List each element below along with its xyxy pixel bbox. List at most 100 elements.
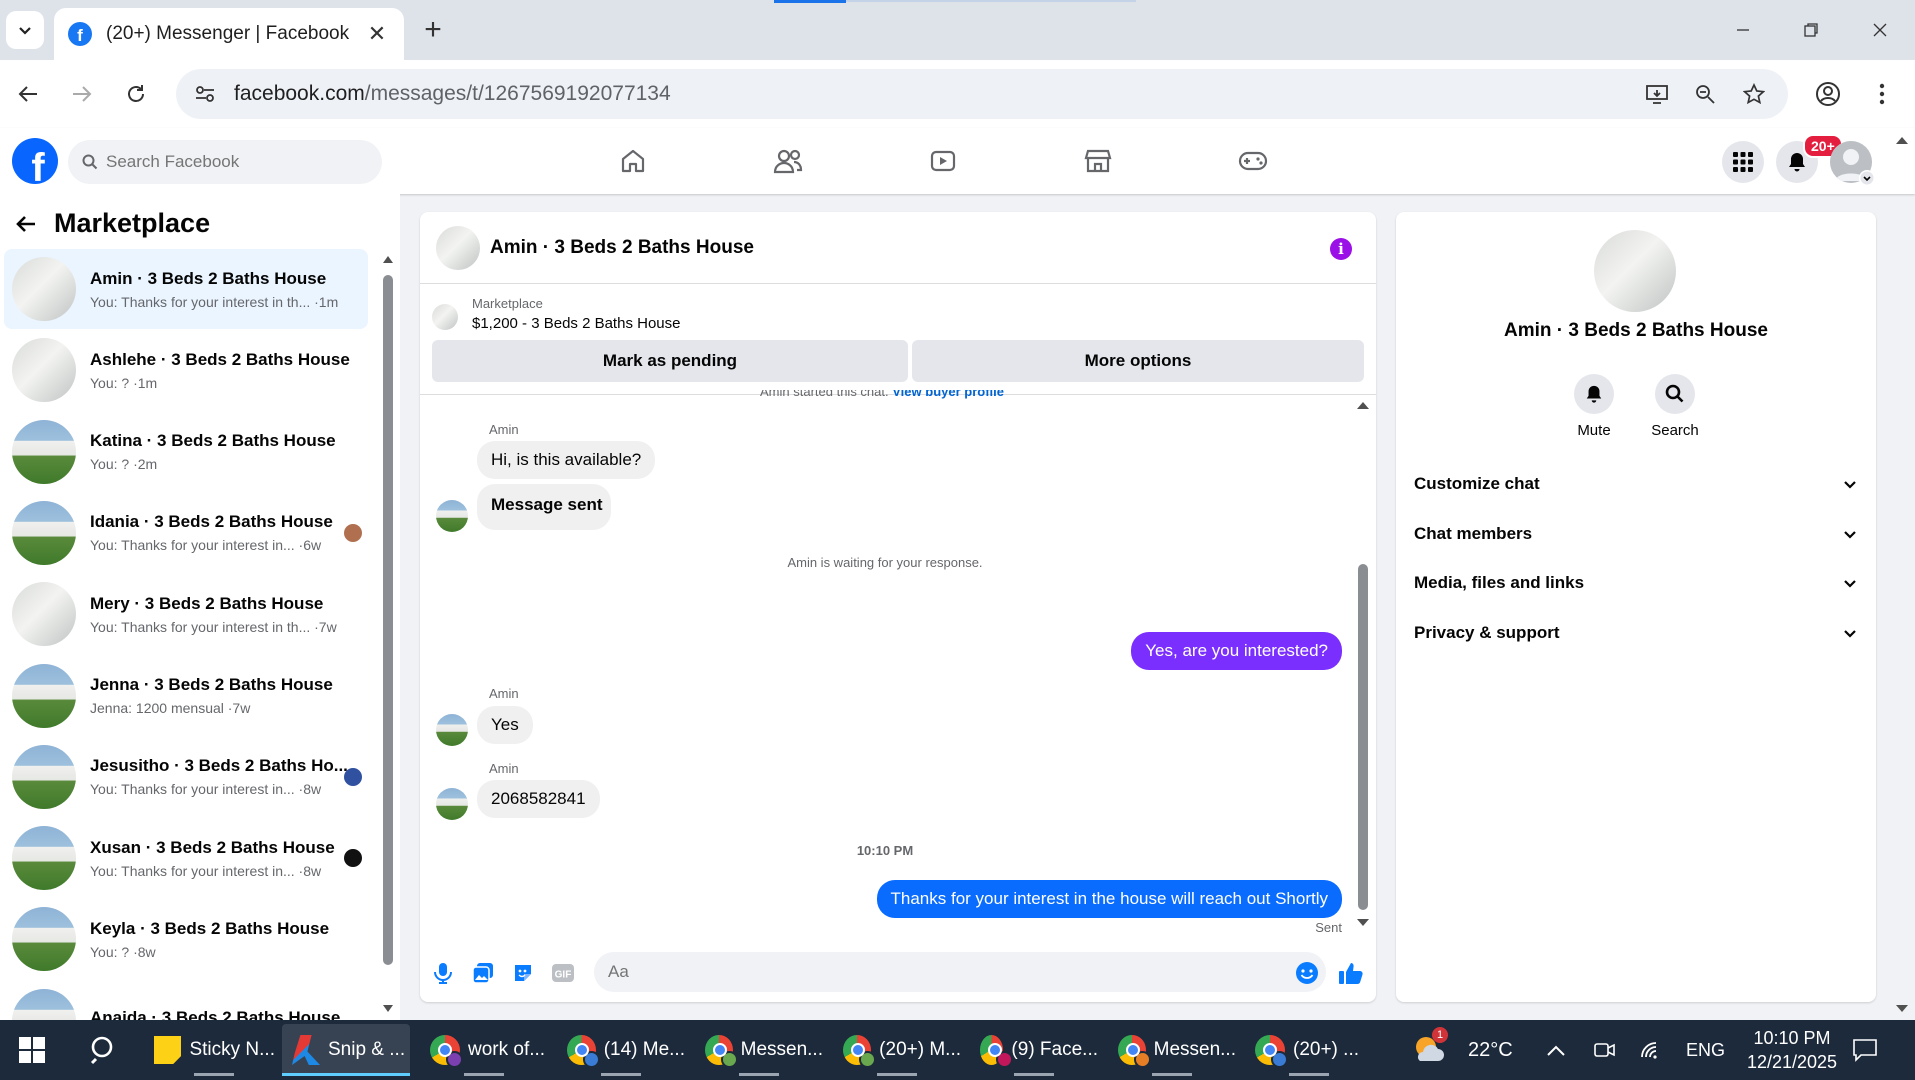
conversation-text: Katina · 3 Beds 2 Baths House You: ? ·2m	[90, 431, 350, 472]
back-arrow-icon[interactable]	[14, 212, 38, 236]
chat-scroll-down-icon[interactable]	[1356, 918, 1370, 928]
message-input[interactable]	[594, 952, 1326, 992]
nav-friends[interactable]	[733, 132, 843, 190]
contact-avatar[interactable]	[1594, 230, 1676, 312]
nav-video[interactable]	[888, 132, 998, 190]
info-section-row[interactable]: Chat members	[1414, 514, 1858, 554]
nav-marketplace[interactable]	[1043, 132, 1153, 190]
page-scroll-down-icon[interactable]	[1895, 1004, 1909, 1014]
facebook-logo-icon[interactable]: f	[12, 138, 58, 184]
chat-scroll-up-icon[interactable]	[1356, 400, 1370, 410]
menu-button[interactable]	[1722, 141, 1764, 183]
address-bar[interactable]: facebook.com/messages/t/1267569192077134	[176, 69, 1788, 119]
taskbar-app-label: Messen...	[1153, 1039, 1236, 1060]
info-section-row[interactable]: Media, files and links	[1414, 563, 1858, 603]
tab-search-button[interactable]	[6, 11, 44, 49]
search-in-chat-button[interactable]: Search	[1635, 374, 1715, 439]
gif-icon[interactable]: GIF	[550, 960, 576, 986]
listing-summary[interactable]: Marketplace $1,200 - 3 Beds 2 Baths Hous…	[432, 296, 680, 332]
chat-title[interactable]: Amin · 3 Beds 2 Baths House	[490, 237, 754, 259]
conversation-item[interactable]: Xusan · 3 Beds 2 Baths House You: Thanks …	[4, 818, 368, 898]
message-bubble-in[interactable]: Hi, is this available?	[477, 441, 656, 479]
reload-button[interactable]	[116, 74, 156, 114]
nav-gaming[interactable]	[1198, 132, 1308, 190]
conversation-item[interactable]: Ashlehe · 3 Beds 2 Baths House You: ? ·1m	[4, 330, 368, 410]
chrome-profile-badge	[1134, 1051, 1151, 1068]
contact-name[interactable]: Amin · 3 Beds 2 Baths House	[1396, 320, 1876, 342]
view-buyer-profile-link[interactable]: View buyer profile	[892, 390, 1004, 399]
taskbar-app[interactable]: (20+) M...	[833, 1024, 961, 1076]
chat-start-text: Amin started this chat.	[760, 384, 889, 399]
sender-avatar[interactable]	[436, 788, 468, 820]
taskbar-app-label: (20+) ...	[1293, 1039, 1359, 1060]
clock[interactable]: 10:10 PM 12/21/2025	[1744, 1020, 1840, 1080]
chat-scrollbar-thumb[interactable]	[1358, 564, 1368, 910]
message-bubble-in[interactable]: 2068582841	[477, 780, 600, 818]
taskbar-app[interactable]: Messen...	[695, 1024, 823, 1076]
account-chevron-icon[interactable]	[1859, 170, 1875, 186]
sender-avatar[interactable]	[436, 500, 468, 532]
site-settings-icon[interactable]	[190, 79, 220, 109]
notifications-center-button[interactable]	[1852, 1020, 1878, 1080]
conversation-item[interactable]: Mery · 3 Beds 2 Baths House You: Thanks f…	[4, 574, 368, 654]
taskbar-app[interactable]: work of...	[420, 1024, 548, 1076]
taskbar-app[interactable]: (9) Face...	[970, 1024, 1098, 1076]
weather-widget[interactable]: 1 22°C	[1410, 1020, 1513, 1080]
conversation-item[interactable]: Jenna · 3 Beds 2 Baths House Jenna: 1200 …	[4, 656, 368, 736]
conversation-item[interactable]: Keyla · 3 Beds 2 Baths House You: ? ·8w	[4, 899, 368, 979]
taskbar-app[interactable]: Sticky N...	[150, 1024, 275, 1076]
info-section-row[interactable]: Privacy & support	[1414, 613, 1858, 653]
bookmark-star-icon[interactable]	[1739, 79, 1769, 109]
mute-button[interactable]: Mute	[1554, 374, 1634, 439]
chat-avatar[interactable]	[436, 225, 480, 270]
new-tab-button[interactable]: +	[416, 13, 450, 47]
tray-overflow-button[interactable]	[1546, 1020, 1566, 1080]
taskbar-app[interactable]: (14) Me...	[557, 1024, 685, 1076]
sender-avatar[interactable]	[436, 714, 468, 746]
message-bubble-in[interactable]: Yes	[477, 706, 533, 744]
taskbar-search-button[interactable]	[80, 1024, 128, 1076]
facebook-search[interactable]	[68, 140, 382, 184]
install-app-icon[interactable]	[1642, 79, 1672, 109]
left-scroll-down-icon[interactable]	[382, 1004, 394, 1014]
browser-menu-button[interactable]	[1862, 74, 1902, 114]
more-options-button[interactable]: More options	[912, 340, 1364, 382]
start-button[interactable]	[10, 1024, 54, 1076]
message-bubble-out[interactable]: Yes, are you interested?	[1131, 632, 1342, 670]
tab-close-icon[interactable]: ✕	[364, 21, 390, 47]
taskbar-app[interactable]: Snip & ...	[282, 1024, 410, 1076]
conversation-item[interactable]: Idania · 3 Beds 2 Baths House You: Thanks…	[4, 493, 368, 573]
mark-as-pending-button[interactable]: Mark as pending	[432, 340, 908, 382]
language-indicator[interactable]: ENG	[1686, 1020, 1725, 1080]
profile-button[interactable]	[1808, 74, 1848, 114]
message-bubble-out[interactable]: Thanks for your interest in the house wi…	[876, 880, 1342, 918]
left-scroll-up-icon[interactable]	[382, 254, 394, 264]
forward-button[interactable]	[62, 74, 102, 114]
message-bubble-in[interactable]: Message sent	[477, 484, 611, 530]
like-icon[interactable]	[1338, 960, 1364, 986]
restore-button[interactable]	[1781, 12, 1841, 48]
minimize-button[interactable]	[1713, 12, 1773, 48]
wifi-icon[interactable]	[1640, 1020, 1664, 1080]
sticker-icon[interactable]	[510, 960, 536, 986]
conversation-item[interactable]: Katina · 3 Beds 2 Baths House You: ? ·2m	[4, 412, 368, 492]
left-scrollbar-thumb[interactable]	[383, 275, 393, 965]
taskbar-app[interactable]: (20+) ...	[1245, 1024, 1373, 1076]
conversation-item[interactable]: Jesusitho · 3 Beds 2 Baths Ho... You: Tha…	[4, 737, 368, 817]
photo-attach-icon[interactable]	[470, 960, 496, 986]
conversation-item[interactable]: Amin · 3 Beds 2 Baths House You: Thanks f…	[4, 249, 368, 329]
back-button[interactable]	[8, 74, 48, 114]
facebook-search-input[interactable]	[106, 152, 356, 172]
info-icon[interactable]: i	[1330, 238, 1352, 260]
emoji-icon[interactable]	[1294, 960, 1320, 986]
zoom-icon[interactable]	[1690, 79, 1720, 109]
page-scroll-up-icon[interactable]	[1895, 135, 1909, 145]
microphone-icon[interactable]	[430, 960, 456, 986]
nav-home[interactable]	[578, 132, 688, 190]
conversation-item[interactable]: Anaida · 3 Beds 2 Baths House	[4, 981, 368, 1020]
info-section-row[interactable]: Customize chat	[1414, 464, 1858, 504]
browser-tab-active[interactable]: f (20+) Messenger | Facebook ✕	[54, 8, 404, 60]
meet-icon[interactable]	[1594, 1020, 1616, 1080]
close-window-button[interactable]	[1850, 12, 1910, 48]
taskbar-app[interactable]: Messen...	[1108, 1024, 1236, 1076]
